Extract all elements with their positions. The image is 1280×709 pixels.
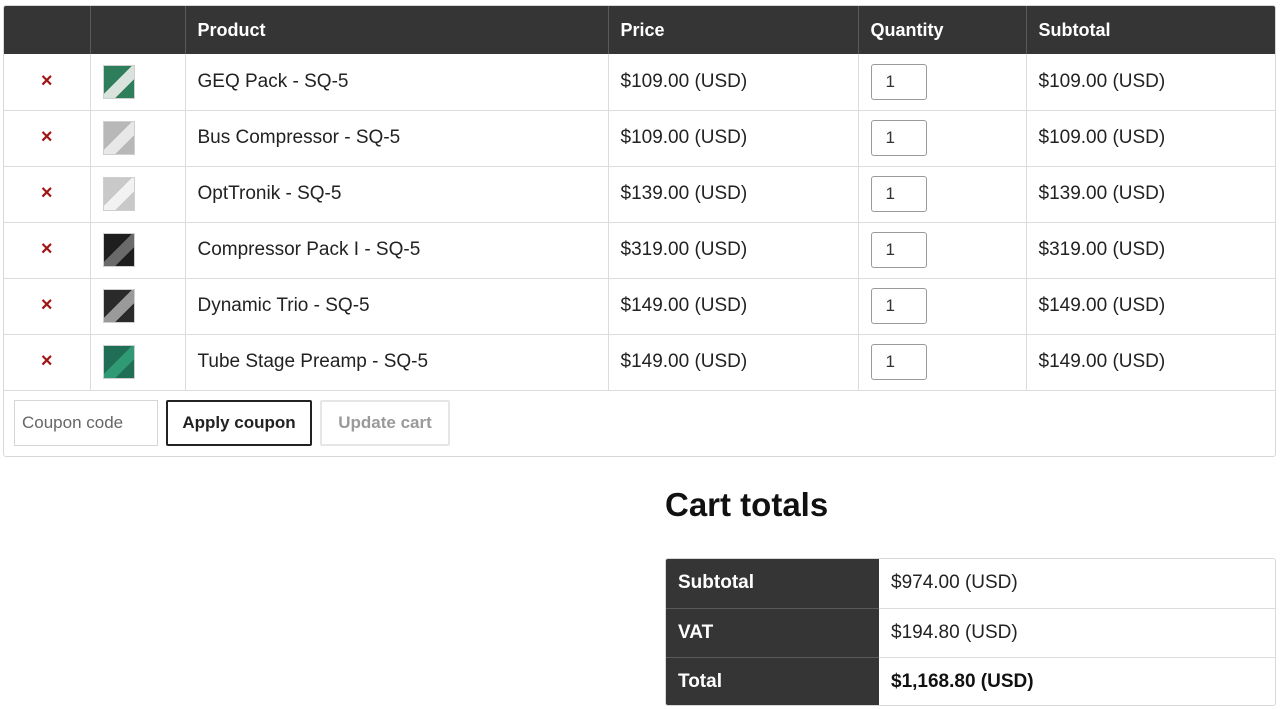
cart-row: × Compressor Pack I - SQ-5 $319.00 (USD)…: [4, 222, 1275, 279]
apply-coupon-button[interactable]: Apply coupon: [166, 399, 312, 446]
product-subtotal: $149.00 (USD): [1026, 278, 1275, 335]
quantity-cell: 1: [858, 166, 1027, 223]
cart-row: × Dynamic Trio - SQ-5 $149.00 (USD) 1 $1…: [4, 278, 1275, 335]
product-price: $149.00 (USD): [608, 334, 859, 391]
header-price: Price: [608, 6, 859, 54]
totals-value: $1,168.80 (USD): [891, 670, 1034, 692]
remove-cell: ×: [4, 334, 91, 391]
remove-cell: ×: [4, 166, 91, 223]
quantity-cell: 1: [858, 222, 1027, 279]
product-thumbnail[interactable]: [102, 177, 135, 211]
product-thumbnail[interactable]: [102, 345, 135, 379]
product-price: $319.00 (USD): [608, 222, 859, 279]
thumbnail-cell: [90, 110, 186, 167]
quantity-cell: 1: [858, 110, 1027, 167]
remove-item-icon[interactable]: ×: [41, 71, 53, 91]
product-thumbnail[interactable]: [102, 289, 135, 323]
thumbnail-cell: [90, 166, 186, 223]
cart-row: × GEQ Pack - SQ-5 $109.00 (USD) 1 $109.0…: [4, 54, 1275, 111]
quantity-input[interactable]: 1: [870, 232, 927, 268]
product-thumbnail[interactable]: [102, 121, 135, 155]
product-name[interactable]: Tube Stage Preamp - SQ-5: [185, 334, 609, 391]
cart-table-container: Product Price Quantity Subtotal × GEQ Pa…: [3, 5, 1276, 457]
totals-row-subtotal: Subtotal $974.00 (USD): [666, 559, 1275, 609]
thumbnail-cell: [90, 278, 186, 335]
product-subtotal: $149.00 (USD): [1026, 334, 1275, 391]
header-subtotal: Subtotal: [1026, 6, 1275, 54]
thumbnail-cell: [90, 334, 186, 391]
quantity-input[interactable]: 1: [870, 176, 927, 212]
remove-item-icon[interactable]: ×: [41, 183, 53, 203]
totals-value: $194.80 (USD): [879, 608, 1275, 658]
update-cart-button[interactable]: Update cart: [320, 399, 450, 446]
cart-totals-table: Subtotal $974.00 (USD) VAT $194.80 (USD)…: [666, 559, 1275, 705]
totals-label: VAT: [666, 608, 879, 658]
totals-label: Total: [666, 657, 879, 705]
header-product: Product: [185, 6, 609, 54]
cart-totals-title: Cart totals: [665, 486, 829, 523]
header-quantity: Quantity: [858, 6, 1027, 54]
totals-row-vat: VAT $194.80 (USD): [666, 608, 1275, 658]
cart-header-row: Product Price Quantity Subtotal: [4, 6, 1275, 54]
product-name[interactable]: OptTronik - SQ-5: [185, 166, 609, 223]
product-subtotal: $139.00 (USD): [1026, 166, 1275, 223]
cart-actions: Coupon code Apply coupon Update cart: [4, 391, 1275, 455]
remove-cell: ×: [4, 222, 91, 279]
quantity-input[interactable]: 1: [870, 120, 927, 156]
quantity-cell: 1: [858, 334, 1027, 391]
product-subtotal: $109.00 (USD): [1026, 110, 1275, 167]
product-name[interactable]: Compressor Pack I - SQ-5: [185, 222, 609, 279]
cart-row: × Bus Compressor - SQ-5 $109.00 (USD) 1 …: [4, 110, 1275, 167]
quantity-cell: 1: [858, 54, 1027, 111]
quantity-cell: 1: [858, 278, 1027, 335]
quantity-input[interactable]: 1: [870, 288, 927, 324]
cart-totals-table-container: Subtotal $974.00 (USD) VAT $194.80 (USD)…: [665, 558, 1276, 706]
header-thumbnail: [90, 6, 186, 54]
product-price: $109.00 (USD): [608, 110, 859, 167]
cart-table: Product Price Quantity Subtotal × GEQ Pa…: [4, 6, 1275, 391]
header-remove: [4, 6, 91, 54]
product-subtotal: $319.00 (USD): [1026, 222, 1275, 279]
remove-item-icon[interactable]: ×: [41, 239, 53, 259]
cart-row: × Tube Stage Preamp - SQ-5 $149.00 (USD)…: [4, 334, 1275, 391]
product-price: $139.00 (USD): [608, 166, 859, 223]
product-subtotal: $109.00 (USD): [1026, 54, 1275, 111]
totals-value: $974.00 (USD): [879, 559, 1275, 609]
product-name[interactable]: Bus Compressor - SQ-5: [185, 110, 609, 167]
quantity-input[interactable]: 1: [870, 63, 927, 100]
coupon-code-input[interactable]: Coupon code: [14, 399, 158, 446]
remove-cell: ×: [4, 110, 91, 167]
product-price: $149.00 (USD): [608, 278, 859, 335]
thumbnail-cell: [90, 54, 186, 111]
product-name[interactable]: Dynamic Trio - SQ-5: [185, 278, 609, 335]
product-thumbnail[interactable]: [102, 64, 135, 99]
product-name[interactable]: GEQ Pack - SQ-5: [185, 54, 609, 111]
quantity-input[interactable]: 1: [870, 344, 927, 380]
totals-label: Subtotal: [666, 559, 879, 609]
cart-row: × OptTronik - SQ-5 $139.00 (USD) 1 $139.…: [4, 166, 1275, 223]
product-price: $109.00 (USD): [608, 54, 859, 111]
remove-item-icon[interactable]: ×: [41, 351, 53, 371]
thumbnail-cell: [90, 222, 186, 279]
remove-cell: ×: [4, 278, 91, 335]
product-thumbnail[interactable]: [102, 233, 135, 267]
remove-item-icon[interactable]: ×: [41, 127, 53, 147]
totals-row-total: Total $1,168.80 (USD): [666, 657, 1275, 705]
remove-cell: ×: [4, 54, 91, 111]
remove-item-icon[interactable]: ×: [41, 295, 53, 315]
